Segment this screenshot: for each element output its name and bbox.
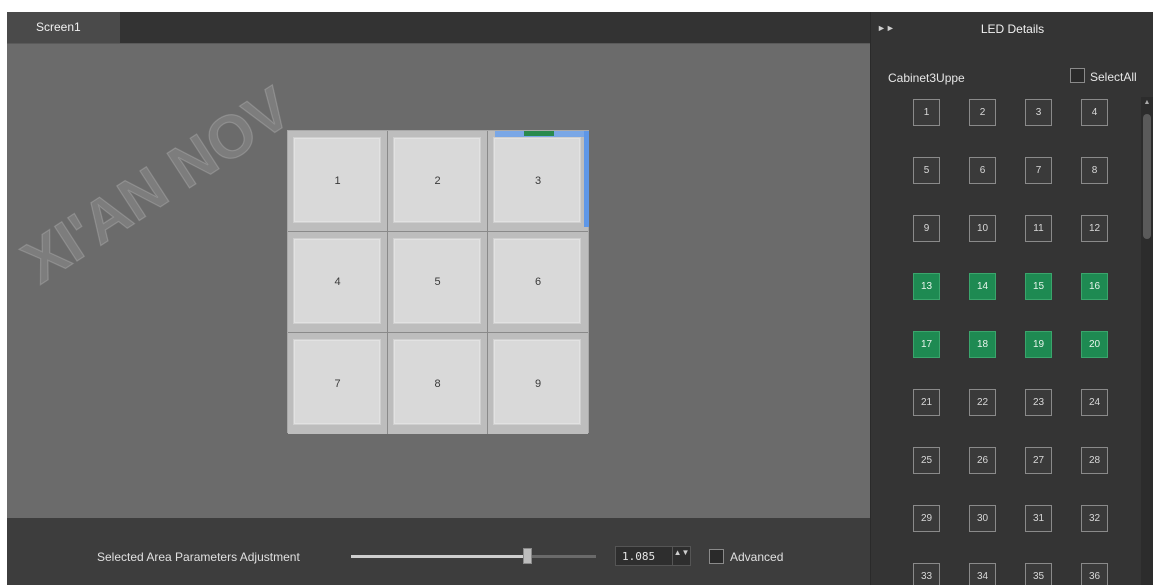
- led-31[interactable]: 31: [1025, 505, 1052, 532]
- led-5[interactable]: 5: [913, 157, 940, 184]
- slider-thumb[interactable]: [523, 548, 533, 564]
- led-11[interactable]: 11: [1025, 215, 1052, 242]
- app-window: Screen1 1 2 3 4 5 6 7 8 9 Selected Area …: [0, 0, 1153, 585]
- led-18[interactable]: 18: [969, 331, 996, 358]
- led-24[interactable]: 24: [1081, 389, 1108, 416]
- adjustment-label: Selected Area Parameters Adjustment: [97, 550, 300, 564]
- led-2[interactable]: 2: [969, 99, 996, 126]
- led-12[interactable]: 12: [1081, 215, 1108, 242]
- led-28[interactable]: 28: [1081, 447, 1108, 474]
- cabinet-2[interactable]: 2: [388, 131, 488, 232]
- led-27[interactable]: 27: [1025, 447, 1052, 474]
- select-all-checkbox[interactable]: [1070, 68, 1085, 83]
- selection-bar-right: [584, 131, 589, 227]
- cabinet-number: 8: [434, 377, 441, 390]
- led-9[interactable]: 9: [913, 215, 940, 242]
- cabinet-number: 9: [534, 377, 542, 390]
- select-all-label[interactable]: SelectAll: [1090, 70, 1137, 84]
- advanced-label[interactable]: Advanced: [730, 550, 783, 564]
- cabinet-number: 4: [334, 276, 341, 288]
- cabinet-1[interactable]: 1: [288, 131, 388, 232]
- tab-screen1[interactable]: Screen1: [7, 12, 120, 43]
- led-29[interactable]: 29: [913, 505, 940, 532]
- slider-fill: [351, 555, 528, 558]
- led-22[interactable]: 22: [969, 389, 996, 416]
- led-30[interactable]: 30: [969, 505, 996, 532]
- led-7[interactable]: 7: [1025, 157, 1052, 184]
- cabinet-number: 5: [434, 276, 441, 288]
- cabinet-grid: 1 2 3 4 5 6 7 8 9: [287, 130, 589, 434]
- led-details-panel: ►► LED Details Cabinet3Uppe SelectAll 12…: [870, 12, 1153, 585]
- cabinet-number: 3: [534, 175, 542, 187]
- led-3[interactable]: 3: [1025, 99, 1052, 126]
- selection-highlight: [524, 131, 554, 136]
- led-8[interactable]: 8: [1081, 157, 1108, 184]
- adjustment-slider[interactable]: [351, 555, 596, 558]
- led-14[interactable]: 14: [969, 273, 996, 300]
- led-10[interactable]: 10: [969, 215, 996, 242]
- cabinet-number: 6: [534, 276, 542, 288]
- led-26[interactable]: 26: [969, 447, 996, 474]
- advanced-checkbox[interactable]: [709, 549, 724, 564]
- led-6[interactable]: 6: [969, 157, 996, 184]
- cabinet-8[interactable]: 8: [388, 333, 488, 434]
- cabinet-7[interactable]: 7: [288, 333, 388, 434]
- led-list-scrollbar[interactable]: ▲: [1141, 97, 1153, 585]
- led-19[interactable]: 19: [1025, 331, 1052, 358]
- led-list: 1 2 3 4 5 6 7 8 9 10 11 12 13 14 15 16 17 18 19 20 21 22 23 24 2…: [871, 84, 1139, 585]
- panel-title: LED Details: [980, 22, 1045, 36]
- led-17[interactable]: 17: [913, 331, 940, 358]
- led-4[interactable]: 4: [1081, 99, 1108, 126]
- spin-arrows-icon[interactable]: ▲▼: [672, 547, 690, 565]
- cabinet-4[interactable]: 4: [288, 232, 388, 333]
- led-16[interactable]: 16: [1081, 273, 1108, 300]
- led-25[interactable]: 25: [913, 447, 940, 474]
- spinbox-value[interactable]: 1.085: [622, 550, 655, 563]
- adjustment-bar: Selected Area Parameters Adjustment 1.08…: [7, 518, 870, 585]
- led-36[interactable]: 36: [1081, 563, 1108, 585]
- screen-editor: Screen1 1 2 3 4 5 6 7 8 9 Selected Area …: [7, 12, 870, 585]
- scrollbar-thumb[interactable]: [1143, 114, 1151, 239]
- led-23[interactable]: 23: [1025, 389, 1052, 416]
- led-35[interactable]: 35: [1025, 563, 1052, 585]
- led-15[interactable]: 15: [1025, 273, 1052, 300]
- cabinet-6[interactable]: 6: [488, 232, 588, 333]
- led-1[interactable]: 1: [913, 99, 940, 126]
- led-33[interactable]: 33: [913, 563, 940, 585]
- cabinet-number: 1: [334, 175, 341, 187]
- led-21[interactable]: 21: [913, 389, 940, 416]
- cabinet-number: 7: [334, 377, 341, 390]
- tab-bar: Screen1: [7, 12, 870, 43]
- led-13[interactable]: 13: [913, 273, 940, 300]
- cabinet-3[interactable]: 3: [488, 131, 588, 232]
- led-34[interactable]: 34: [969, 563, 996, 585]
- value-spinbox[interactable]: 1.085 ▲▼: [615, 546, 691, 566]
- chevron-up-icon[interactable]: ▲: [1141, 97, 1153, 109]
- cabinet-number: 2: [434, 175, 441, 187]
- cabinet-9[interactable]: 9: [488, 333, 588, 434]
- cabinet-5[interactable]: 5: [388, 232, 488, 333]
- led-32[interactable]: 32: [1081, 505, 1108, 532]
- cabinet-name-label: Cabinet3Uppe: [888, 71, 965, 85]
- led-20[interactable]: 20: [1081, 331, 1108, 358]
- screen-canvas[interactable]: 1 2 3 4 5 6 7 8 9: [7, 43, 870, 518]
